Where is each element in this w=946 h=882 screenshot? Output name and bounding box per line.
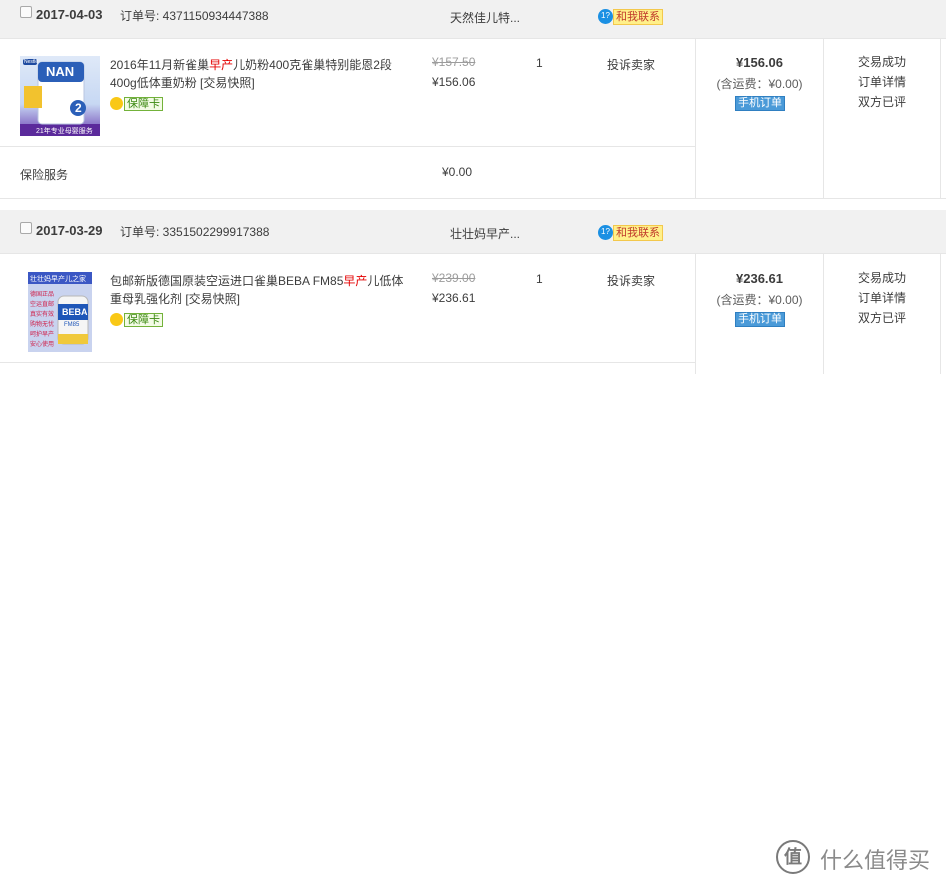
rated-status: 双方已评 bbox=[858, 311, 907, 325]
order-header: 2017-03-29 订单号: 3351502299917388 壮壮妈早产..… bbox=[0, 210, 946, 254]
thumb-footer: 21年专业母婴服务 bbox=[36, 128, 93, 135]
divider bbox=[823, 254, 824, 374]
thumb-line: 德国正品 bbox=[30, 292, 55, 298]
thumb-line: 购物无忧 bbox=[30, 322, 55, 328]
status-column: 交易成功 订单详情 双方已评 bbox=[858, 268, 906, 328]
thumb-sub: FM85 bbox=[64, 322, 80, 328]
order-card: 2017-04-03 订单号: 4371150934447388 天然佳儿特..… bbox=[0, 0, 946, 200]
thumb-line: 空运直邮 bbox=[30, 302, 55, 308]
contact-seller-label: 和我联系 bbox=[613, 225, 663, 241]
product-thumbnail[interactable]: 壮壮妈早产儿之家 BEBA FM85 德国正品 空运直邮 真实有效 购物无忧 呵… bbox=[28, 272, 92, 352]
order-header: 2017-04-03 订单号: 4371150934447388 天然佳儿特..… bbox=[0, 0, 946, 39]
divider bbox=[940, 254, 941, 374]
title-highlight: 早产 bbox=[209, 58, 234, 72]
thumb-lines: 德国正品 空运直邮 真实有效 购物无忧 呵护早产 安心使用 bbox=[30, 290, 54, 350]
thumb-line: 安心使用 bbox=[30, 342, 55, 348]
order-checkbox[interactable] bbox=[20, 222, 32, 234]
order-total: ¥156.06 bbox=[736, 55, 783, 70]
shipping-note: (含运费：¥0.00) bbox=[716, 293, 803, 307]
insurance-service-label: 保险服务 bbox=[20, 168, 69, 182]
divider bbox=[0, 198, 946, 199]
divider bbox=[0, 362, 695, 363]
shop-name-link[interactable]: 天然佳儿特... bbox=[450, 9, 520, 26]
unit-price: ¥236.61 bbox=[432, 291, 476, 305]
order-date: 2017-04-03 bbox=[36, 7, 103, 22]
rated-status: 双方已评 bbox=[858, 95, 907, 109]
order-number: 订单号: 3351502299917388 bbox=[120, 225, 270, 239]
product-thumbnail[interactable]: NAN 2 Nestlé 21年专业母婴服务 bbox=[20, 56, 100, 136]
divider bbox=[940, 38, 941, 198]
divider bbox=[823, 38, 824, 198]
title-highlight: 早产 bbox=[343, 274, 368, 288]
order-card: 2017-03-29 订单号: 3351502299917388 壮壮妈早产..… bbox=[0, 210, 946, 374]
order-details-link[interactable]: 订单详情 bbox=[858, 72, 906, 92]
insurance-service-price: ¥0.00 bbox=[442, 165, 473, 179]
quantity: 1 bbox=[536, 272, 543, 286]
guarantee-card-label: 保障卡 bbox=[124, 313, 163, 327]
trade-success-status: 交易成功 bbox=[858, 55, 907, 69]
flower-icon bbox=[110, 97, 123, 110]
thumb-brand: NAN bbox=[46, 64, 75, 79]
original-price: ¥157.50 bbox=[432, 55, 476, 69]
thumb-brand: BEBA bbox=[62, 307, 88, 317]
flower-icon bbox=[110, 313, 123, 326]
order-number: 订单号: 4371150934447388 bbox=[120, 9, 269, 23]
shop-name-link[interactable]: 壮壮妈早产... bbox=[450, 225, 520, 242]
mobile-order-badge: 手机订单 bbox=[735, 96, 785, 111]
divider bbox=[0, 146, 695, 147]
wangwang-icon: 1? bbox=[598, 225, 613, 240]
product-title-link[interactable]: 2016年11月新雀巢早产儿奶粉400克雀巢特别能恩2段400g低体重奶粉 [交… bbox=[110, 56, 406, 92]
quantity: 1 bbox=[536, 56, 543, 70]
zhi-logo-icon: 值 bbox=[776, 840, 810, 874]
thumb-line: 真实有效 bbox=[30, 312, 55, 318]
trade-success-status: 交易成功 bbox=[858, 271, 907, 285]
order-date: 2017-03-29 bbox=[36, 223, 103, 238]
title-part: 包邮新版德国原装空运进口雀巢BEBA FM85 bbox=[110, 274, 344, 288]
contact-seller-label: 和我联系 bbox=[613, 9, 663, 25]
thumb-logo: Nestlé bbox=[24, 59, 39, 65]
unit-price: ¥156.06 bbox=[432, 75, 476, 89]
thumb-line: 呵护早产 bbox=[30, 332, 55, 338]
complain-seller-link[interactable]: 投诉卖家 bbox=[607, 272, 655, 289]
title-part: 2016年11月新雀巢 bbox=[110, 58, 210, 72]
order-total: ¥236.61 bbox=[736, 271, 783, 286]
shipping-note: (含运费：¥0.00) bbox=[716, 77, 803, 91]
wangwang-icon: 1? bbox=[598, 9, 613, 24]
original-price: ¥239.00 bbox=[432, 271, 476, 285]
thumb-header: 壮壮妈早产儿之家 bbox=[30, 276, 86, 283]
order-details-link[interactable]: 订单详情 bbox=[858, 288, 906, 308]
thumb-stage: 2 bbox=[75, 101, 82, 115]
complain-seller-link[interactable]: 投诉卖家 bbox=[607, 56, 655, 73]
watermark-text: 什么值得买 bbox=[820, 848, 931, 873]
order-checkbox[interactable] bbox=[20, 6, 32, 18]
guarantee-card-label: 保障卡 bbox=[124, 97, 163, 111]
mobile-order-badge: 手机订单 bbox=[735, 312, 785, 327]
product-title-link[interactable]: 包邮新版德国原装空运进口雀巢BEBA FM85早产儿低体重母乳强化剂 [交易快照… bbox=[110, 272, 406, 308]
status-column: 交易成功 订单详情 双方已评 bbox=[858, 52, 906, 112]
